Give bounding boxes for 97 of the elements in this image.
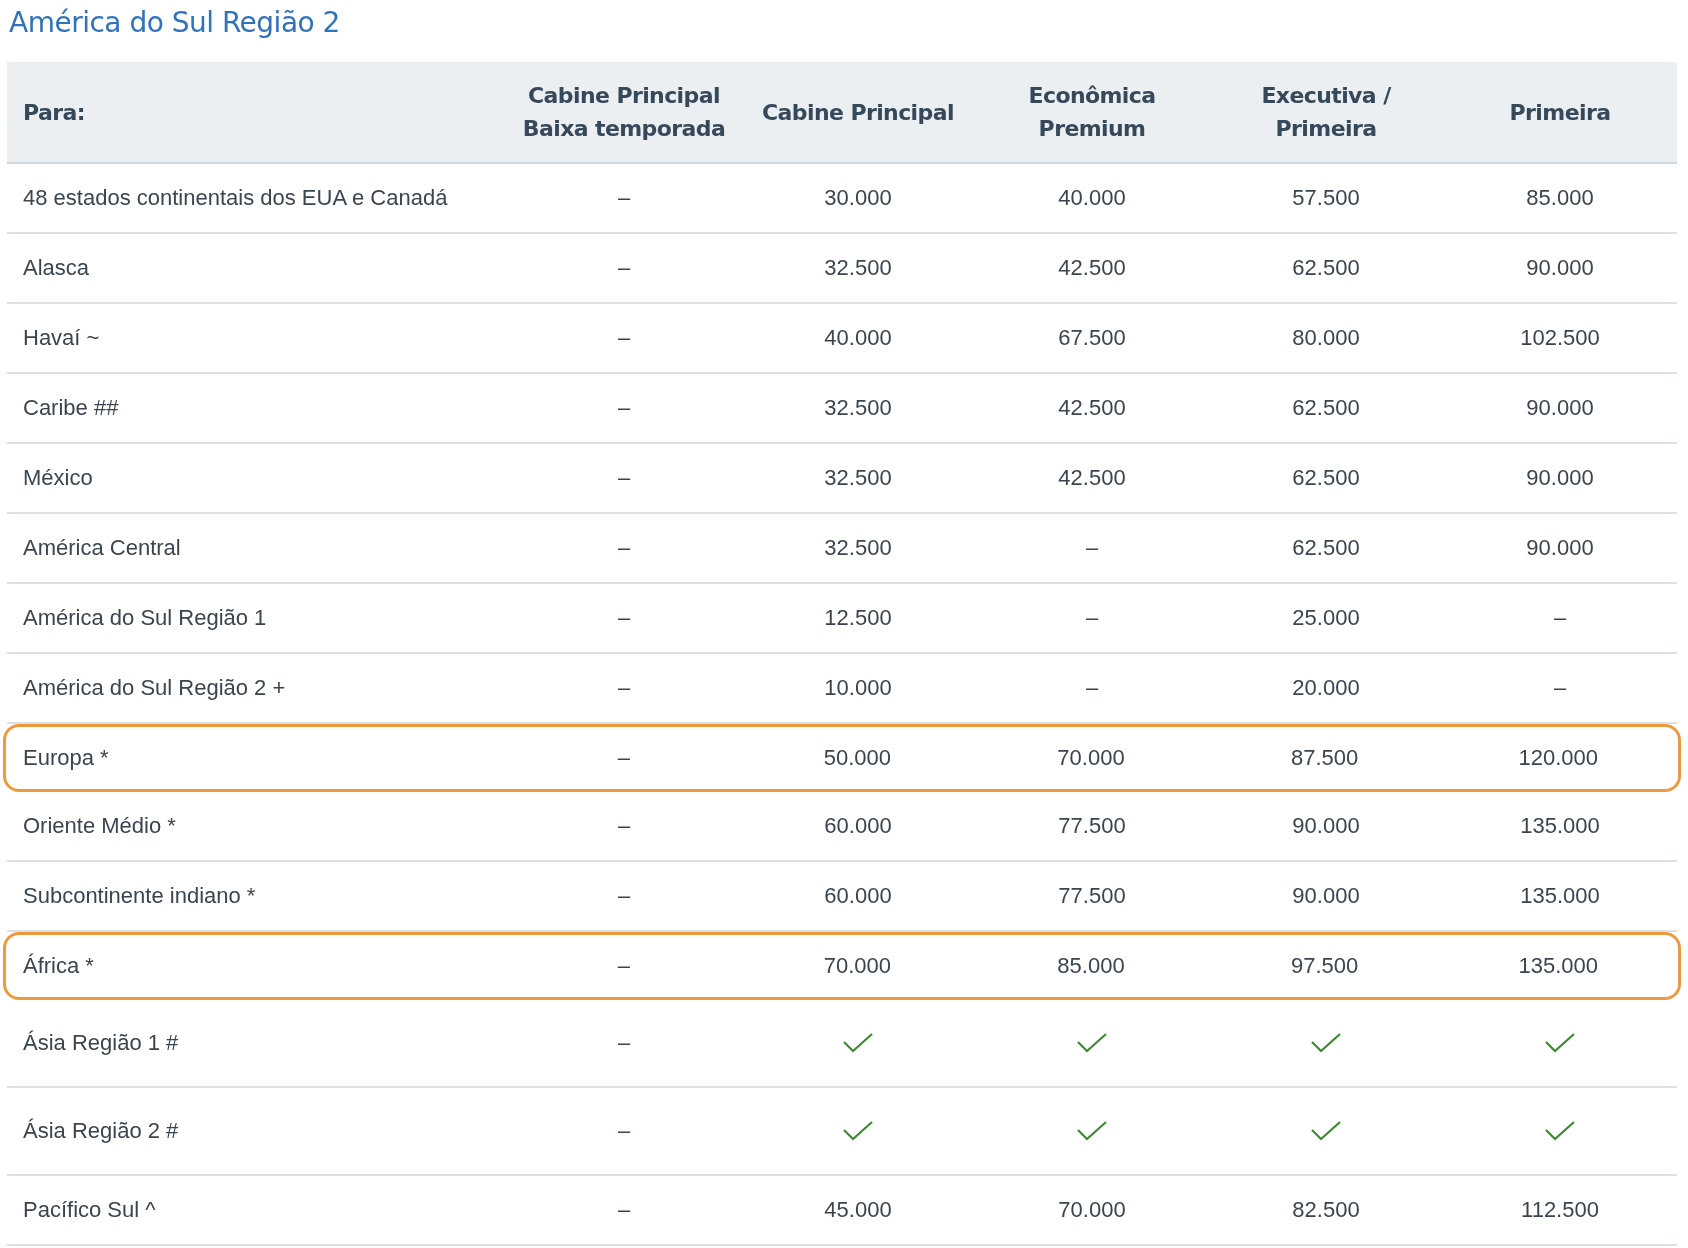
table-cell: 102.500 (1520, 325, 1600, 351)
table-cell: 135.000 (1518, 953, 1598, 979)
column-header: Primeira (1509, 98, 1611, 127)
table-cell: 30.000 (824, 185, 892, 211)
table-cell: 70.000 (1057, 745, 1125, 771)
column-header: Executiva / Primeira (1261, 82, 1391, 143)
table-cell: – (617, 675, 631, 701)
table-cell: 80.000 (1292, 325, 1360, 351)
table-cell: 67.500 (1058, 325, 1126, 351)
table-cell: – (1553, 675, 1567, 701)
section-title: América do Sul Região 2 (8, 5, 341, 41)
table-cell: 77.500 (1058, 883, 1126, 909)
table-cell: Havaí ~ (23, 325, 100, 351)
table-cell: – (617, 883, 631, 909)
table-cell: – (617, 1197, 631, 1223)
table-cell: 42.500 (1058, 255, 1126, 281)
table-cell: 25.000 (1292, 605, 1360, 631)
table-cell: – (617, 395, 631, 421)
table-cell: 77.500 (1058, 813, 1126, 839)
table-cell: África * (23, 953, 94, 979)
table-cell: – (617, 1030, 631, 1056)
table-cell: Caribe ## (23, 395, 119, 421)
table-cell: 45.000 (824, 1197, 892, 1223)
table-cell: 82.500 (1292, 1197, 1360, 1223)
table-cell: 87.500 (1290, 745, 1359, 771)
table-cell: 32.500 (824, 535, 892, 561)
table-cell: – (617, 465, 631, 491)
table-cell: 32.500 (824, 255, 892, 281)
column-header: Econômica Premium (1028, 82, 1156, 143)
checkmark-icon (1545, 1033, 1575, 1053)
table-cell: – (1553, 605, 1567, 631)
table-cell: México (23, 465, 93, 491)
table-cell: – (1085, 675, 1099, 701)
table-cell: Europa * (23, 745, 109, 771)
table-cell: – (617, 1118, 631, 1144)
table-cell: 57.500 (1292, 185, 1360, 211)
column-header: Para: (22, 98, 85, 127)
table-cell: Subcontinente indiano * (23, 883, 256, 909)
table-cell: 112.500 (1521, 1197, 1599, 1223)
table-cell: 10.000 (824, 675, 892, 701)
checkmark-icon (1311, 1121, 1341, 1141)
table-cell: 85.000 (1526, 185, 1594, 211)
table-cell: 90.000 (1526, 465, 1594, 491)
table-cell: 48 estados continentais dos EUA e Canadá (23, 185, 448, 211)
table-cell: – (617, 325, 631, 351)
checkmark-icon (1077, 1033, 1107, 1053)
table-cell: – (617, 535, 631, 561)
table-cell: 97.500 (1290, 953, 1359, 979)
checkmark-icon (843, 1033, 873, 1053)
table-cell: América Central (23, 535, 181, 561)
table-cell: – (1085, 535, 1099, 561)
table-cell: – (617, 745, 630, 771)
checkmark-icon (843, 1121, 873, 1141)
table-cell: 50.000 (823, 745, 892, 771)
table-cell: 40.000 (1058, 185, 1126, 211)
table-cell: – (617, 813, 631, 839)
table-cell: 12.500 (824, 605, 892, 631)
table-cell: 90.000 (1526, 255, 1594, 281)
table-cell: – (617, 185, 631, 211)
table-cell: 60.000 (824, 883, 892, 909)
table-cell: 62.500 (1292, 535, 1360, 561)
table-cell: – (617, 953, 630, 979)
table-cell: Ásia Região 2 # (23, 1118, 179, 1144)
table-cell: 32.500 (824, 395, 892, 421)
table-cell: Pacífico Sul ^ (23, 1197, 156, 1223)
table-cell: – (617, 255, 631, 281)
table-cell: 42.500 (1058, 465, 1126, 491)
table-cell: 42.500 (1058, 395, 1126, 421)
table-cell: América do Sul Região 1 (23, 605, 267, 631)
table-cell: América do Sul Região 2 + (23, 675, 286, 701)
table-cell: 90.000 (1526, 535, 1594, 561)
table-cell: 60.000 (824, 813, 892, 839)
table-cell: 70.000 (1058, 1197, 1126, 1223)
table-cell: 85.000 (1057, 953, 1125, 979)
table-cell: 20.000 (1292, 675, 1360, 701)
table-cell: 32.500 (824, 465, 892, 491)
table-cell: – (1085, 605, 1099, 631)
column-header: Cabine Principal (762, 98, 954, 127)
table-cell: 90.000 (1526, 395, 1594, 421)
table-cell: 62.500 (1292, 395, 1360, 421)
table-cell: Ásia Região 1 # (23, 1030, 179, 1056)
table-cell: 135.000 (1520, 883, 1600, 909)
table-cell: 90.000 (1292, 883, 1360, 909)
table-cell: 40.000 (824, 325, 892, 351)
checkmark-icon (1311, 1033, 1341, 1053)
table-cell: 62.500 (1292, 255, 1360, 281)
table-cell: 135.000 (1520, 813, 1600, 839)
table-cell: Alasca (23, 255, 90, 281)
column-header: Cabine Principal Baixa temporada (522, 82, 726, 143)
table-cell: Oriente Médio * (23, 813, 176, 839)
checkmark-icon (1545, 1121, 1575, 1141)
table-cell: 62.500 (1292, 465, 1360, 491)
table-cell: 120.000 (1518, 745, 1598, 771)
checkmark-icon (1077, 1121, 1107, 1141)
table-cell: – (617, 605, 631, 631)
table-cell: 70.000 (823, 953, 892, 979)
table-cell: 90.000 (1292, 813, 1360, 839)
